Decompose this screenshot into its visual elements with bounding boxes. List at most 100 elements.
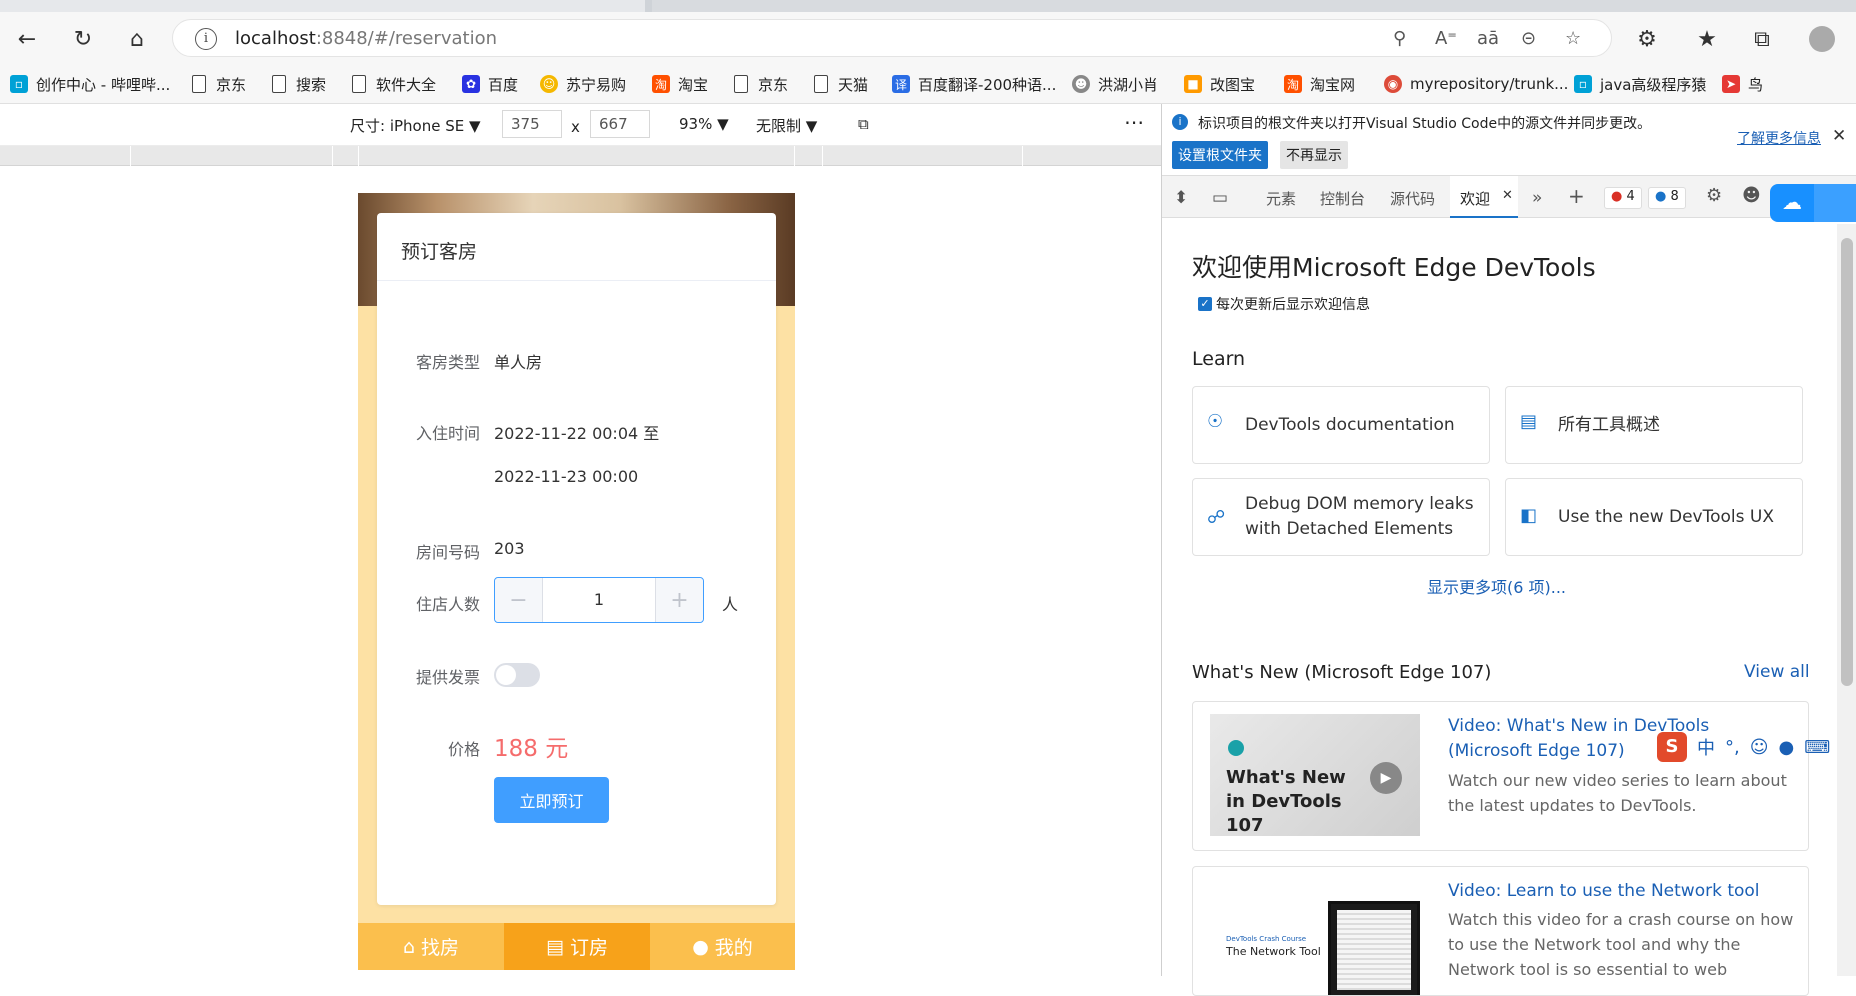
- tab-book-room[interactable]: ▤ 订房: [504, 923, 650, 970]
- width-input[interactable]: 375: [502, 110, 562, 138]
- show-welcome-checkbox-row[interactable]: ✓ 每次更新后显示欢迎信息: [1198, 294, 1370, 314]
- read-aloud-icon[interactable]: A⁼: [1435, 28, 1457, 49]
- close-icon[interactable]: ✕: [1832, 126, 1846, 146]
- keyboard-icon[interactable]: ⌨: [1804, 737, 1830, 758]
- back-icon[interactable]: ←: [10, 22, 44, 56]
- panel-layout-icon: ◧: [1520, 505, 1538, 526]
- bookmark-item[interactable]: 搜索: [272, 73, 326, 95]
- bookmark-item[interactable]: ▫ java高级程序猿: [1574, 73, 1706, 95]
- learn-card[interactable]: ◧ Use the new DevTools UX: [1505, 478, 1803, 556]
- microphone-icon[interactable]: ●: [1779, 737, 1795, 758]
- tab-welcome[interactable]: 欢迎 ✕: [1450, 176, 1518, 218]
- favorite-add-icon[interactable]: ☆: [1565, 28, 1581, 49]
- news-description: Watch our new video series to learn abou…: [1448, 771, 1787, 815]
- more-tabs-icon[interactable]: »: [1532, 188, 1542, 208]
- baidu-netdisk-icon[interactable]: ☁: [1770, 184, 1814, 222]
- bookmark-item[interactable]: 软件大全: [352, 73, 436, 95]
- set-root-folder-button[interactable]: 设置根文件夹: [1172, 141, 1268, 169]
- bookmark-item[interactable]: 淘淘宝: [652, 73, 708, 95]
- translate-icon[interactable]: aā: [1477, 28, 1499, 49]
- browser-tab[interactable]: [0, 0, 645, 12]
- ruler-segment[interactable]: [794, 146, 795, 166]
- height-input[interactable]: 667: [590, 110, 650, 138]
- bookmark-item[interactable]: ✿ 百度: [462, 73, 518, 95]
- profile-avatar[interactable]: [1805, 22, 1839, 56]
- book-now-button[interactable]: 立即预订: [494, 777, 609, 823]
- guests-input[interactable]: 1: [543, 590, 655, 609]
- tab-sources[interactable]: 源代码: [1390, 188, 1435, 209]
- bookmark-item[interactable]: 京东: [734, 73, 788, 95]
- extensions-icon[interactable]: ⚙: [1630, 22, 1664, 56]
- message-badge[interactable]: ● 8: [1648, 187, 1686, 209]
- sogou-logo-icon[interactable]: S: [1657, 732, 1687, 762]
- bookmark-item[interactable]: 京东: [192, 73, 246, 95]
- settings-icon[interactable]: ⚙: [1706, 185, 1722, 206]
- bookmark-item[interactable]: ◉ myrepository/trunk...: [1384, 73, 1568, 95]
- ruler-segment[interactable]: [1022, 146, 1023, 166]
- tab-console[interactable]: 控制台: [1320, 188, 1365, 209]
- netdisk-side-tab[interactable]: [1814, 184, 1856, 222]
- news-card[interactable]: What's New in DevTools 107 ▶ Video: What…: [1192, 701, 1809, 851]
- learn-card[interactable]: ☍ Debug DOM memory leaks with Detached E…: [1192, 478, 1490, 556]
- browser-toolbar: ← ↻ ⌂ i localhost:8848/#/reservation ⚲ A…: [0, 12, 1856, 64]
- checkbox-checked-icon[interactable]: ✓: [1198, 297, 1212, 311]
- zoom-out-icon[interactable]: ⊝: [1521, 28, 1536, 49]
- ruler-segment[interactable]: [130, 146, 131, 166]
- error-badge[interactable]: ● 4: [1604, 187, 1642, 209]
- document-icon: ▤: [1520, 411, 1538, 432]
- ime-punctuation-toggle[interactable]: °,: [1725, 737, 1740, 758]
- site-info-icon[interactable]: i: [195, 28, 217, 50]
- increase-button[interactable]: +: [655, 578, 703, 622]
- device-select[interactable]: 尺寸: iPhone SE ▼: [350, 115, 481, 136]
- dont-show-again-button[interactable]: 不再显示: [1280, 141, 1348, 169]
- bookmark-item[interactable]: ➤ 鸟: [1722, 73, 1763, 95]
- address-bar[interactable]: i localhost:8848/#/reservation ⚲ A⁼ aā ⊝…: [172, 19, 1612, 57]
- device-emulation-icon[interactable]: ▭: [1212, 188, 1228, 208]
- zoom-select[interactable]: 93% ▼: [679, 115, 729, 133]
- ime-language-toggle[interactable]: 中: [1697, 734, 1715, 760]
- news-title-link[interactable]: Video: Learn to use the Network tool: [1448, 879, 1788, 904]
- learn-card[interactable]: ▤ 所有工具概述: [1505, 386, 1803, 464]
- bookmark-item[interactable]: ☺ 苏宁易购: [540, 73, 626, 95]
- key-icon[interactable]: ⚲: [1393, 28, 1406, 49]
- bookmark-item[interactable]: 淘淘宝网: [1284, 73, 1355, 95]
- devtools-scrollbar[interactable]: [1837, 224, 1856, 976]
- bookmark-item[interactable]: ☻ 洪湖小肖: [1072, 73, 1158, 95]
- bookmark-item[interactable]: ■ 改图宝: [1184, 73, 1255, 95]
- ruler-segment[interactable]: [332, 146, 333, 166]
- rotate-icon[interactable]: ⧉: [858, 115, 869, 133]
- learn-card[interactable]: ☉ DevTools documentation: [1192, 386, 1490, 464]
- tab-elements[interactable]: 元素: [1266, 188, 1296, 209]
- ruler-segment[interactable]: [358, 146, 359, 166]
- clipboard-icon: ▤: [546, 935, 564, 958]
- browser-tab[interactable]: [652, 0, 1856, 12]
- view-all-link[interactable]: View all: [1744, 662, 1810, 682]
- refresh-icon[interactable]: ↻: [66, 22, 100, 56]
- learn-more-link[interactable]: 了解更多信息: [1737, 128, 1821, 148]
- scrollbar-thumb[interactable]: [1841, 238, 1853, 686]
- favorites-icon[interactable]: ★: [1690, 22, 1724, 56]
- ruler-segment[interactable]: [822, 146, 823, 166]
- guests-stepper[interactable]: − 1 +: [494, 577, 704, 623]
- tab-find-room[interactable]: ⌂ 找房: [358, 923, 504, 970]
- decrease-button[interactable]: −: [495, 578, 543, 622]
- ime-toolbar[interactable]: S 中 °, ☺ ● ⌨: [1657, 730, 1856, 764]
- invoice-switch[interactable]: [494, 663, 540, 687]
- close-tab-icon[interactable]: ✕: [1502, 188, 1513, 203]
- throttle-select[interactable]: 无限制 ▼: [756, 115, 817, 136]
- media-query-ruler[interactable]: [0, 146, 1161, 166]
- emoji-icon[interactable]: ☺: [1750, 737, 1769, 758]
- bookmark-item[interactable]: 天猫: [814, 73, 868, 95]
- collections-icon[interactable]: ⧉: [1745, 22, 1779, 56]
- bookmark-item[interactable]: 译百度翻译-200种语...: [892, 73, 1056, 95]
- news-card[interactable]: DevTools Crash Course The Network Tool V…: [1192, 866, 1809, 996]
- show-more-link[interactable]: 显示更多项(6 项)...: [1427, 574, 1566, 598]
- feedback-icon[interactable]: ☻: [1742, 185, 1761, 206]
- bilibili-icon: ▫: [1574, 75, 1592, 93]
- tab-mine[interactable]: ● 我的: [650, 923, 795, 970]
- add-tab-icon[interactable]: +: [1568, 184, 1585, 208]
- more-options-icon[interactable]: ⋯: [1124, 110, 1146, 134]
- inspect-icon[interactable]: ⬍: [1174, 188, 1188, 208]
- bookmark-item[interactable]: ▫ 创作中心 - 哔哩哔...: [10, 73, 170, 95]
- home-icon[interactable]: ⌂: [120, 22, 154, 56]
